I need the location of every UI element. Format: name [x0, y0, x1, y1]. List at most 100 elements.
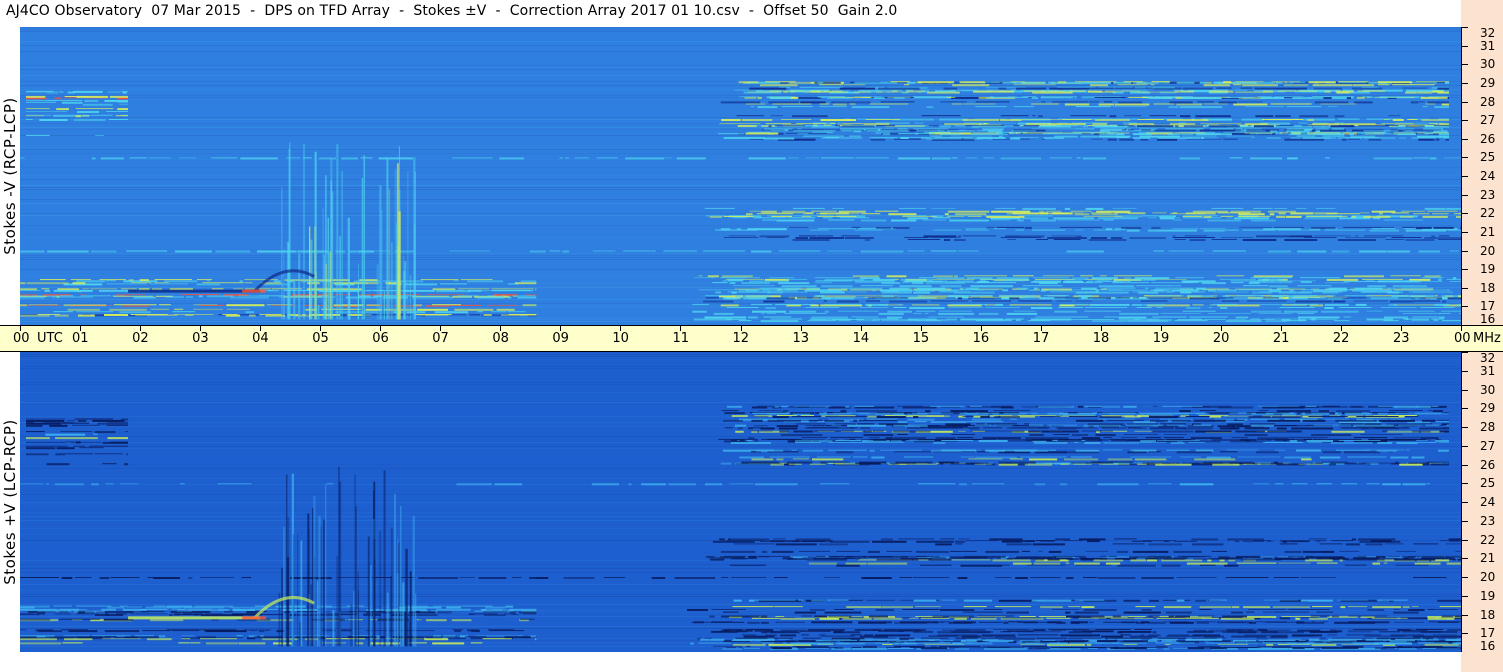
emission-band: [1075, 449, 1100, 452]
emission-band: [432, 642, 465, 645]
emission-band: [73, 119, 106, 121]
emission-band: [146, 638, 172, 641]
emission-band: [751, 458, 774, 461]
emission-band: [1373, 642, 1412, 645]
hour-tick-label: 15: [912, 331, 930, 346]
emission-band: [1092, 631, 1114, 633]
emission-band: [863, 430, 872, 433]
emission-band: [872, 629, 897, 631]
burst-streak: [379, 185, 382, 320]
emission-band: [1020, 456, 1025, 458]
emission-band: [477, 311, 483, 313]
emission-band: [487, 304, 519, 306]
emission-band: [325, 638, 365, 640]
emission-band: [1388, 303, 1398, 306]
emission-band: [148, 157, 172, 159]
emission-band: [1394, 461, 1399, 464]
emission-band: [849, 135, 861, 137]
emission-band: [1083, 215, 1123, 217]
emission-band: [1226, 217, 1232, 219]
emission-band: [1441, 103, 1449, 106]
emission-band: [1301, 118, 1335, 121]
emission-band: [1243, 606, 1271, 609]
emission-band: [45, 636, 76, 639]
emission-band: [1335, 419, 1377, 422]
emission-band: [793, 430, 813, 433]
emission-band: [961, 635, 982, 638]
emission-band: [1257, 645, 1291, 647]
emission-band: [522, 613, 537, 615]
emission-band: [1010, 427, 1036, 429]
emission-band: [1179, 410, 1191, 413]
emission-band: [504, 636, 531, 639]
emission-band: [863, 123, 890, 126]
emission-band: [1171, 289, 1199, 292]
emission-band: [1095, 289, 1099, 292]
emission-band: [39, 119, 68, 121]
emission-band: [767, 291, 783, 294]
emission-band: [704, 295, 732, 297]
emission-band: [1403, 427, 1408, 429]
emission-band: [1287, 157, 1298, 160]
noise-row: [20, 51, 1461, 52]
emission-band: [987, 423, 1018, 425]
emission-band: [1047, 621, 1062, 624]
emission-band: [1166, 449, 1190, 451]
emission-band: [1140, 440, 1156, 442]
emission-band: [1313, 235, 1351, 237]
emission-band: [729, 282, 736, 285]
emission-band: [705, 556, 715, 558]
emission-band: [1032, 277, 1069, 279]
emission-band: [930, 421, 967, 424]
emission-band: [798, 235, 817, 237]
emission-band: [1203, 319, 1226, 321]
emission-band: [905, 280, 924, 283]
emission-band: [1260, 97, 1284, 99]
emission-band: [1329, 438, 1362, 440]
noise-row: [20, 584, 1461, 585]
emission-band: [1113, 280, 1124, 283]
emission-band: [963, 606, 987, 608]
emission-band: [1132, 550, 1169, 553]
emission-band: [795, 423, 826, 425]
emission-band: [321, 308, 361, 310]
emission-band: [1242, 239, 1277, 241]
freq-tick-label: 31: [1480, 38, 1496, 53]
emission-band: [1196, 413, 1210, 415]
emission-band: [871, 456, 885, 459]
emission-band: [1439, 430, 1449, 433]
emission-band: [831, 90, 843, 92]
emission-band: [897, 405, 923, 407]
emission-band: [957, 577, 968, 579]
emission-band: [923, 219, 947, 221]
emission-band: [950, 135, 993, 137]
emission-band: [1211, 550, 1227, 552]
emission-band: [1011, 89, 1017, 91]
emission-band: [827, 250, 853, 252]
emission-band: [1196, 133, 1232, 136]
emission-band: [853, 456, 868, 458]
emission-band: [982, 645, 999, 647]
emission-band: [1082, 437, 1101, 440]
emission-band: [1097, 418, 1136, 420]
emission-band: [1145, 437, 1161, 439]
emission-band: [1313, 87, 1342, 90]
burst-streak: [289, 142, 291, 320]
emission-band: [768, 101, 799, 104]
emission-band: [1085, 291, 1098, 294]
emission-band: [1070, 462, 1114, 464]
emission-band: [844, 84, 866, 86]
emission-band: [750, 289, 760, 291]
emission-band: [729, 483, 754, 485]
emission-band: [1123, 643, 1138, 645]
emission-band: [1191, 538, 1219, 541]
emission-band: [1258, 410, 1269, 412]
freq-axis-top: 32 31 30 29 28 27 26 25 24 23 22 21 20 19 18 17 16: [1461, 27, 1503, 326]
emission-band: [857, 423, 875, 425]
emission-band: [1104, 287, 1136, 289]
emission-band: [931, 557, 946, 559]
emission-band: [792, 413, 811, 416]
emission-band: [1299, 115, 1329, 118]
emission-band: [204, 629, 237, 632]
emission-band: [1235, 91, 1266, 93]
